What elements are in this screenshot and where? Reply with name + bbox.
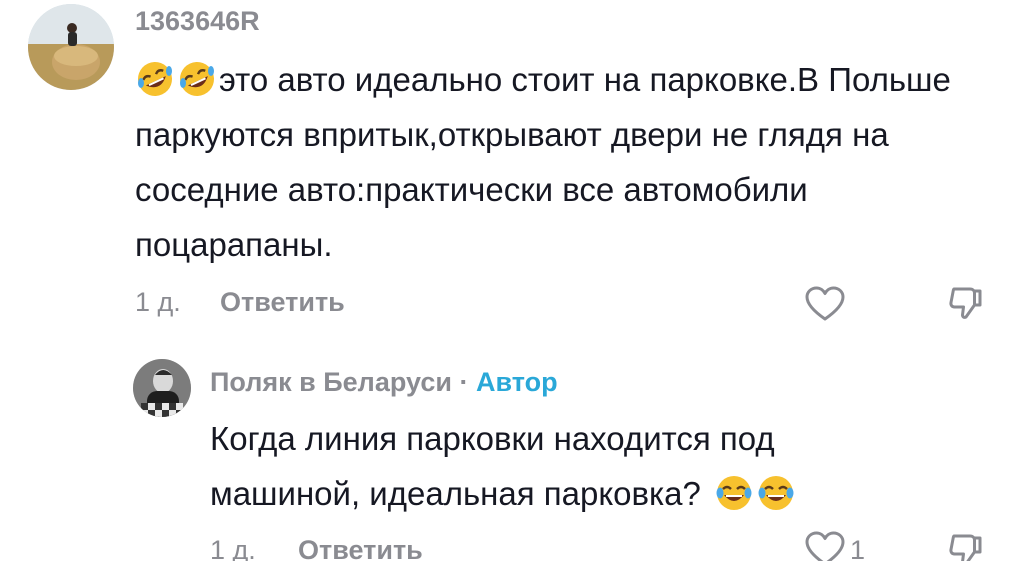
comment-body: Когда линия парковки находится под машин… xyxy=(210,411,860,521)
comments-thread: 1363646R это авто идеально стоит на парк… xyxy=(0,0,1024,561)
comment-time: 1 д. xyxy=(135,287,181,317)
comment-time: 1 д. xyxy=(210,535,256,561)
like-count: 1 xyxy=(850,535,866,561)
thumbs-down-icon[interactable] xyxy=(946,283,986,323)
comment-text: Когда линия парковки находится под машин… xyxy=(210,420,775,512)
avatar[interactable] xyxy=(28,4,114,90)
rofl-emoji-icon xyxy=(138,62,172,97)
reply-button[interactable]: Ответить xyxy=(298,535,423,561)
tears-of-joy-emoji-icon xyxy=(758,476,794,511)
author-badge: Автор xyxy=(475,367,558,397)
comment-body: это авто идеально стоит на парковке.В По… xyxy=(135,52,995,272)
reply-button[interactable]: Ответить xyxy=(220,287,345,318)
separator: · xyxy=(459,367,469,397)
avatar[interactable] xyxy=(133,359,191,417)
comment-text: это авто идеально стоит на парковке.В По… xyxy=(135,61,951,263)
author-name[interactable]: Поляк в Беларуси xyxy=(210,367,452,397)
comment-username[interactable]: 1363646R xyxy=(135,6,260,37)
thumbs-down-icon[interactable] xyxy=(946,530,986,561)
heart-icon[interactable] xyxy=(804,285,846,323)
comment-username: Поляк в Беларуси · Автор xyxy=(210,367,558,398)
rofl-emoji-icon xyxy=(180,62,214,97)
tears-of-joy-emoji-icon xyxy=(716,476,752,511)
heart-icon[interactable] xyxy=(804,530,846,561)
